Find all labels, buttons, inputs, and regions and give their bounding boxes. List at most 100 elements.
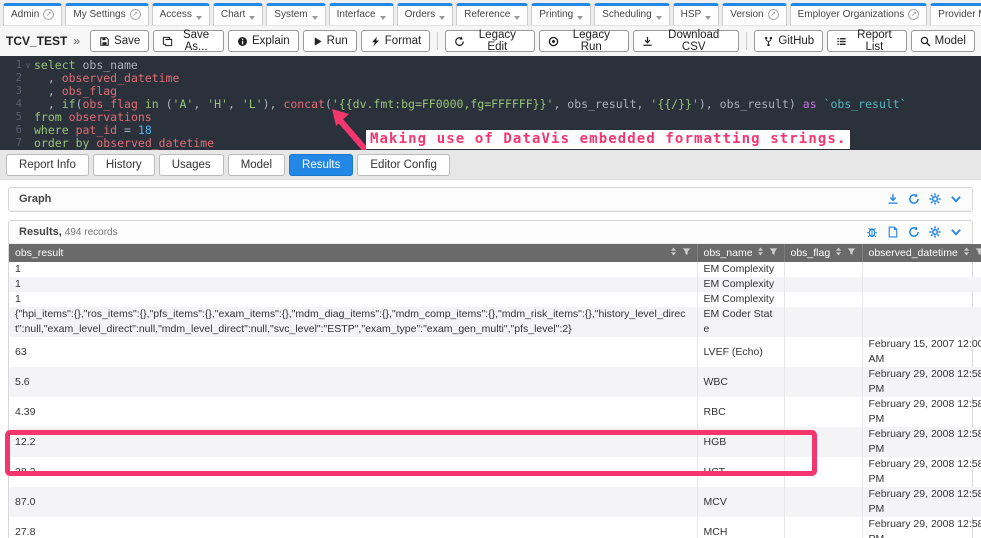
run-button[interactable]: Run <box>303 30 357 52</box>
cell-observed-datetime: February 29, 2008 12:58 PM <box>862 457 981 487</box>
nav-tab-reference[interactable]: Reference <box>456 3 528 25</box>
table-row[interactable]: 12.2HGBFebruary 29, 2008 12:58 PM <box>9 427 981 457</box>
column-label: obs_result <box>15 247 665 259</box>
nav-tab-interface[interactable]: Interface <box>329 3 394 25</box>
table-row[interactable]: 63LVEF (Echo)February 15, 2007 12:00 AM <box>9 337 981 367</box>
nav-tab-admin[interactable]: Admin ↗ <box>3 3 62 25</box>
nav-tab-chart[interactable]: Chart <box>213 3 263 25</box>
tab-model[interactable]: Model <box>228 154 285 176</box>
cell-observed-datetime <box>862 292 981 307</box>
report-list-button[interactable]: Report List <box>827 30 906 52</box>
line-number: 3 <box>0 85 22 98</box>
table-row[interactable]: 27.8MCHFebruary 29, 2008 12:58 PM <box>9 517 981 538</box>
nav-tab-access[interactable]: Access <box>152 3 210 25</box>
tab-editor-config[interactable]: Editor Config <box>357 154 449 176</box>
nav-tab-employer-organizations[interactable]: Employer Organizations↗ <box>790 3 928 25</box>
table-row[interactable]: 1EM Complexity <box>9 292 981 307</box>
cell-obs-result: 4.39 <box>9 397 697 427</box>
model-button[interactable]: Model <box>911 30 975 52</box>
popout-icon[interactable]: ↗ <box>908 9 919 20</box>
legacy-edit-button[interactable]: Legacy Edit <box>445 30 534 52</box>
nav-tab-orders[interactable]: Orders <box>397 3 454 25</box>
funnel-icon[interactable] <box>975 247 981 259</box>
table-row[interactable]: 1EM Complexity <box>9 262 981 277</box>
sort-icon[interactable] <box>834 247 843 259</box>
nav-tab-hsp[interactable]: HSP <box>673 3 720 25</box>
funnel-icon[interactable] <box>847 247 856 259</box>
format-icon <box>370 36 381 47</box>
cell-observed-datetime: February 29, 2008 12:58 PM <box>862 367 981 397</box>
table-row[interactable]: 38.2HCTFebruary 29, 2008 12:58 PM <box>9 457 981 487</box>
nav-tab-label: Admin <box>11 9 39 20</box>
sort-icon[interactable] <box>962 247 971 259</box>
save-button[interactable]: Save <box>90 30 149 52</box>
popout-icon[interactable]: ↗ <box>43 9 54 20</box>
tab-results[interactable]: Results <box>289 154 353 176</box>
report-name: TCV_TEST <box>6 34 67 48</box>
table-row[interactable]: 4.39RBCFebruary 29, 2008 12:58 PM <box>9 397 981 427</box>
cell-observed-datetime <box>862 277 981 292</box>
legacy-run-button[interactable]: Legacy Run <box>539 30 630 52</box>
download-icon[interactable] <box>887 193 899 205</box>
tab-history[interactable]: History <box>93 154 155 176</box>
sort-icon[interactable] <box>756 247 765 259</box>
refresh-icon[interactable] <box>908 193 920 205</box>
cell-obs-flag <box>784 367 862 397</box>
save-as-button[interactable]: Save As... <box>153 30 224 52</box>
report-name-expander[interactable]: » <box>73 34 80 48</box>
explain-button[interactable]: Explain <box>228 30 299 52</box>
chevron-down-icon[interactable] <box>950 226 962 238</box>
gear-icon[interactable] <box>929 226 941 238</box>
code-text: order by observed_datetime <box>34 137 214 150</box>
github-button[interactable]: GitHub <box>754 30 823 52</box>
nav-tab-scheduling[interactable]: Scheduling <box>594 3 669 25</box>
column-header-obs-name[interactable]: obs_name <box>697 244 784 262</box>
refresh-icon[interactable] <box>908 226 920 238</box>
funnel-icon[interactable] <box>769 247 778 259</box>
cell-obs-result: 87.0 <box>9 487 697 517</box>
download-csv-button[interactable]: Download CSV <box>633 30 739 52</box>
dropdown-caret-icon <box>380 16 386 20</box>
nav-tab-label: Printing <box>539 9 573 20</box>
table-row[interactable]: 5.6WBCFebruary 29, 2008 12:58 PM <box>9 367 981 397</box>
line-number: 5 <box>0 111 22 124</box>
cell-observed-datetime: February 29, 2008 12:58 PM <box>862 397 981 427</box>
cell-observed-datetime: February 29, 2008 12:58 PM <box>862 427 981 457</box>
funnel-icon[interactable] <box>682 247 691 259</box>
dropdown-caret-icon <box>577 16 583 20</box>
file-icon[interactable] <box>887 226 899 238</box>
cell-observed-datetime <box>862 262 981 277</box>
nav-tab-printing[interactable]: Printing <box>531 3 591 25</box>
chevron-down-icon[interactable] <box>950 193 962 205</box>
format-button[interactable]: Format <box>361 30 430 52</box>
top-nav: Admin↗My Settings↗AccessChartSystemInter… <box>0 0 981 26</box>
table-row[interactable]: {"hpi_items":{},"ros_items":{},"pfs_item… <box>9 307 981 337</box>
table-row[interactable]: 87.0MCVFebruary 29, 2008 12:58 PM <box>9 487 981 517</box>
nav-tab-label: Orders <box>405 9 436 20</box>
dropdown-caret-icon <box>514 16 520 20</box>
nav-tab-version[interactable]: Version↗ <box>722 3 786 25</box>
graph-panel-header[interactable]: Graph <box>9 188 972 211</box>
column-header-obs-result[interactable]: obs_result <box>9 244 697 262</box>
button-label: Report List <box>851 29 897 53</box>
popout-icon[interactable]: ↗ <box>768 9 779 20</box>
line-number: 1 <box>0 59 22 72</box>
nav-tab-system[interactable]: System <box>266 3 325 25</box>
results-panel-header[interactable]: Results, 494 records <box>9 221 972 244</box>
table-row[interactable]: 1EM Complexity <box>9 277 981 292</box>
bug-icon[interactable] <box>866 226 878 238</box>
nav-tab-my-settings[interactable]: My Settings↗ <box>65 3 148 25</box>
column-header-obs-flag[interactable]: obs_flag <box>784 244 862 262</box>
cell-obs-flag <box>784 277 862 292</box>
popout-icon[interactable]: ↗ <box>130 9 141 20</box>
explain-icon <box>237 36 248 47</box>
column-header-observed-datetime[interactable]: observed_datetime <box>862 244 981 262</box>
cell-obs-result: 5.6 <box>9 367 697 397</box>
toolbar-separator <box>746 32 747 50</box>
nav-tab-provider-management[interactable]: Provider Management↗ <box>930 3 981 25</box>
gear-icon[interactable] <box>929 193 941 205</box>
tab-report-info[interactable]: Report Info <box>6 154 89 176</box>
tab-usages[interactable]: Usages <box>159 154 224 176</box>
fold-caret-icon[interactable]: ∨ <box>22 59 34 72</box>
sort-icon[interactable] <box>669 247 678 259</box>
